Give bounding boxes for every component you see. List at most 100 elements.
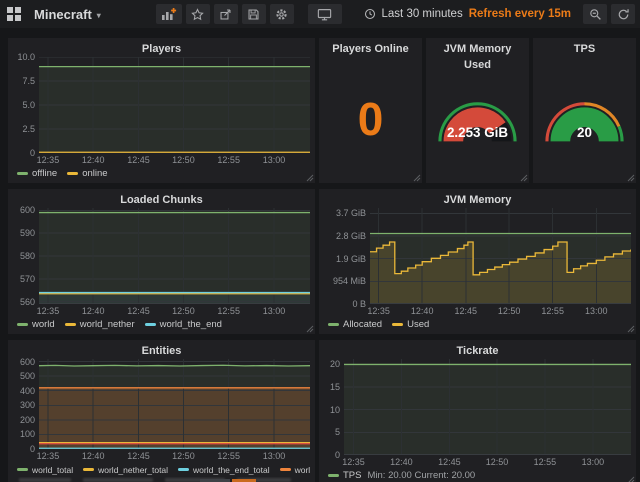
save-button[interactable] xyxy=(242,4,266,24)
legend-item-world[interactable]: world xyxy=(17,319,55,330)
x-tick-label: 12:45 xyxy=(127,155,150,165)
x-axis: 12:3512:4012:4512:5012:5513:00 xyxy=(13,449,310,462)
x-tick-label: 12:45 xyxy=(127,451,150,461)
x-axis: 12:3512:4012:4512:5012:5513:00 xyxy=(13,153,310,166)
x-tick-label: 12:35 xyxy=(367,306,390,316)
add-panel-button[interactable] xyxy=(156,4,182,24)
resize-handle[interactable] xyxy=(306,325,314,333)
refresh-interval-label: Refresh every 15m xyxy=(469,8,571,20)
legend-item-offline[interactable]: offline xyxy=(17,168,57,179)
refresh-icon xyxy=(617,8,630,21)
gauge-value: 2.253 GiB xyxy=(447,125,508,140)
x-tick-label: 13:00 xyxy=(263,155,286,165)
legend-item-world_total[interactable]: world_total xyxy=(17,465,73,475)
share-icon xyxy=(219,8,232,21)
panel-title[interactable]: Players Online xyxy=(324,41,417,57)
plot-area[interactable] xyxy=(39,359,310,449)
plot-area[interactable] xyxy=(344,359,631,455)
x-tick-label: 12:50 xyxy=(498,306,521,316)
resize-handle[interactable] xyxy=(520,174,528,182)
tv-mode-icon xyxy=(317,7,332,21)
resize-handle[interactable] xyxy=(627,325,635,333)
plot-area[interactable] xyxy=(370,208,631,304)
star-icon xyxy=(191,8,204,21)
panel-entities: Entities 0100200300400500600 12:3512:401… xyxy=(8,340,315,482)
legend: offline online xyxy=(13,166,310,181)
y-tick-label: 3.7 GiB xyxy=(336,208,366,218)
legend-swatch xyxy=(17,468,28,471)
panel-tickrate: Tickrate 05101520 12:3512:4012:4512:5012… xyxy=(319,340,636,482)
legend: world_total world_nether_total world_the_e… xyxy=(13,462,310,477)
resize-handle[interactable] xyxy=(627,174,635,182)
x-axis: 12:3512:4012:4512:5012:5513:00 xyxy=(13,304,310,317)
x-tick-label: 12:35 xyxy=(37,306,60,316)
star-button[interactable] xyxy=(186,4,210,24)
panel-title[interactable]: JVM Memory xyxy=(324,192,631,208)
resize-handle[interactable] xyxy=(627,476,635,482)
grafana-logo-icon xyxy=(7,7,21,21)
legend-item-world_living[interactable]: world_living xyxy=(280,465,310,475)
legend-item-online[interactable]: online xyxy=(67,168,107,179)
legend-swatch xyxy=(328,323,339,326)
legend-item-TPS[interactable]: TPSMin: 20.00 Current: 20.00 xyxy=(328,470,475,481)
add-panel-icon xyxy=(161,7,177,21)
x-tick-label: 12:45 xyxy=(438,457,461,467)
tv-mode-button[interactable] xyxy=(308,4,342,24)
y-tick-label: 100 xyxy=(20,429,35,439)
x-tick-label: 12:40 xyxy=(82,451,105,461)
legend-swatch xyxy=(83,468,94,471)
x-tick-label: 12:35 xyxy=(342,457,365,467)
resize-handle[interactable] xyxy=(413,174,421,182)
x-tick-label: 12:40 xyxy=(390,457,413,467)
refresh-button[interactable] xyxy=(611,4,635,24)
grafana-logo[interactable] xyxy=(0,0,28,28)
resize-handle[interactable] xyxy=(306,174,314,182)
x-tick-label: 13:00 xyxy=(582,457,605,467)
time-range-label: Last 30 minutes xyxy=(382,8,463,20)
plot-area[interactable] xyxy=(39,57,310,153)
y-tick-label: 10 xyxy=(330,405,340,415)
y-tick-label: 600 xyxy=(20,357,35,367)
navbar-actions: Last 30 minutes Refresh every 15m xyxy=(156,4,640,24)
panel-tps: TPS 20 xyxy=(533,38,636,183)
y-tick-label: 10.0 xyxy=(17,52,35,62)
panel-title[interactable]: Loaded Chunks xyxy=(13,192,310,208)
y-tick-label: 300 xyxy=(20,400,35,410)
legend-item-world_nether_total[interactable]: world_nether_total xyxy=(83,465,168,475)
panel-title[interactable]: Players xyxy=(13,41,310,57)
legend-item-world_the_end_total[interactable]: world_the_end_total xyxy=(178,465,270,475)
time-range-picker[interactable]: Last 30 minutes Refresh every 15m xyxy=(356,4,579,24)
clock-icon xyxy=(364,8,376,20)
panel-title[interactable]: TPS xyxy=(538,41,631,57)
panel-title[interactable]: Tickrate xyxy=(324,343,631,359)
legend: TPSMin: 20.00 Current: 20.00 xyxy=(324,468,631,482)
legend-item-world_nether[interactable]: world_nether xyxy=(65,319,135,330)
panel-title[interactable]: Entities xyxy=(13,343,310,359)
y-tick-label: 400 xyxy=(20,386,35,396)
x-tick-label: 12:45 xyxy=(127,306,150,316)
y-tick-label: 1.9 GiB xyxy=(336,254,366,264)
legend-item-Used[interactable]: Used xyxy=(392,319,429,330)
y-tick-label: 5.0 xyxy=(22,100,35,110)
y-tick-label: 500 xyxy=(20,371,35,381)
chevron-down-icon: ▾ xyxy=(97,11,101,20)
y-tick-label: 580 xyxy=(20,251,35,261)
y-tick-label: 590 xyxy=(20,228,35,238)
plot-area[interactable] xyxy=(39,208,310,304)
players-online-value: 0 xyxy=(358,96,384,142)
x-tick-label: 12:35 xyxy=(37,451,60,461)
zoom-out-icon xyxy=(589,8,602,21)
share-button[interactable] xyxy=(214,4,238,24)
settings-button[interactable] xyxy=(270,4,294,24)
dashboard-picker[interactable]: Minecraft ▾ xyxy=(34,7,101,22)
x-tick-label: 13:00 xyxy=(263,451,286,461)
zoom-out-button[interactable] xyxy=(583,4,607,24)
x-tick-label: 13:00 xyxy=(263,306,286,316)
legend-item-world_the_end[interactable]: world_the_end xyxy=(145,319,222,330)
panel-jvm-memory-used: JVM Memory Used 2.253 GiB xyxy=(426,38,529,183)
y-tick-label: 600 xyxy=(20,205,35,215)
dashboard-title: Minecraft xyxy=(34,7,92,22)
legend-item-Allocated[interactable]: Allocated xyxy=(328,319,382,330)
panel-title[interactable]: JVM Memory Used xyxy=(431,41,524,57)
x-tick-label: 12:55 xyxy=(541,306,564,316)
